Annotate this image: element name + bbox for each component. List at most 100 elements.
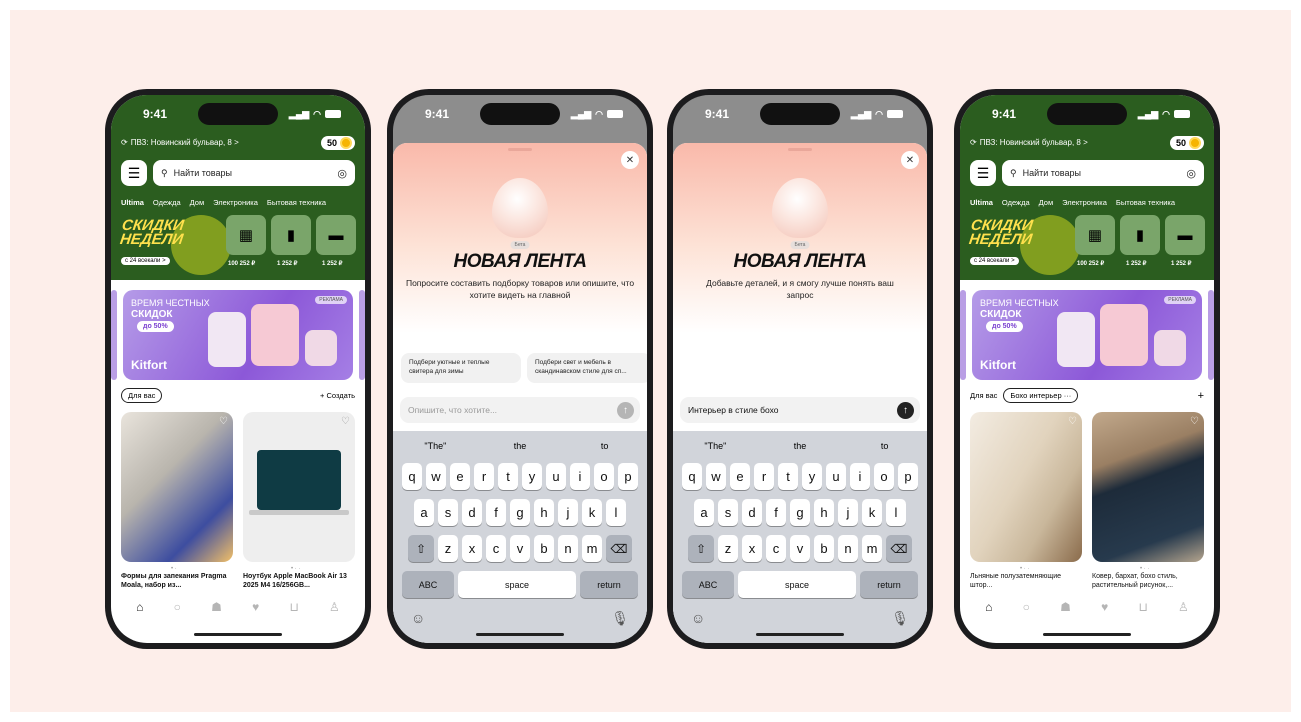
- key[interactable]: t: [498, 463, 518, 490]
- favorite-heart-icon[interactable]: ♡: [341, 416, 350, 427]
- key[interactable]: b: [814, 535, 834, 562]
- key[interactable]: j: [558, 499, 578, 526]
- send-arrow-icon[interactable]: ↑: [617, 401, 634, 419]
- key[interactable]: h: [534, 499, 554, 526]
- key[interactable]: e: [730, 463, 750, 490]
- weekly-sale-title[interactable]: СКИДКИ НЕДЕЛИ: [119, 217, 186, 248]
- sheet-grabber[interactable]: [788, 148, 812, 151]
- key[interactable]: k: [582, 499, 602, 526]
- close-button[interactable]: ✕: [901, 151, 919, 169]
- key[interactable]: y: [522, 463, 542, 490]
- space-key[interactable]: space: [458, 571, 576, 598]
- key[interactable]: x: [742, 535, 762, 562]
- product-title-2[interactable]: Ноутбук Apple MacBook Air 13 2025 M4 16/…: [243, 573, 355, 590]
- key[interactable]: s: [438, 499, 458, 526]
- key[interactable]: y: [802, 463, 822, 490]
- return-key[interactable]: return: [580, 571, 638, 598]
- key[interactable]: r: [754, 463, 774, 490]
- key[interactable]: n: [558, 535, 578, 562]
- category-home[interactable]: Дом: [190, 198, 205, 207]
- product-title-1[interactable]: Льняные полузатемняющие штор...: [970, 573, 1082, 590]
- coins-balance[interactable]: 50: [1169, 136, 1204, 150]
- sheet-grabber[interactable]: [508, 148, 532, 151]
- key[interactable]: z: [438, 535, 458, 562]
- emoji-icon[interactable]: ☺: [691, 610, 705, 627]
- key[interactable]: l: [886, 499, 906, 526]
- product-card-2[interactable]: ♡: [243, 412, 355, 562]
- suggestion-chip-2[interactable]: Подбери свет и мебель в скандинавском ст…: [527, 353, 647, 383]
- key[interactable]: u: [546, 463, 566, 490]
- shift-icon[interactable]: ⇧: [408, 535, 434, 562]
- shift-icon[interactable]: ⇧: [688, 535, 714, 562]
- category-electronics[interactable]: Электроника: [1062, 198, 1107, 207]
- key[interactable]: h: [814, 499, 834, 526]
- key[interactable]: o: [874, 463, 894, 490]
- camera-search-icon[interactable]: ◎: [1186, 167, 1196, 180]
- custom-tab-more-icon[interactable]: ···: [1064, 391, 1072, 400]
- key[interactable]: m: [582, 535, 602, 562]
- assistant-icon[interactable]: ○: [1023, 600, 1030, 614]
- deal-card-1[interactable]: ▦: [1075, 215, 1115, 255]
- key[interactable]: j: [838, 499, 858, 526]
- key[interactable]: b: [534, 535, 554, 562]
- deal-card-3[interactable]: ▬: [1165, 215, 1205, 255]
- key[interactable]: z: [718, 535, 738, 562]
- key[interactable]: d: [462, 499, 482, 526]
- close-button[interactable]: ✕: [621, 151, 639, 169]
- banner-next-edge[interactable]: [1208, 290, 1214, 380]
- search-input[interactable]: ⚲ Найти товары ◎: [153, 160, 355, 186]
- key[interactable]: n: [838, 535, 858, 562]
- key[interactable]: t: [778, 463, 798, 490]
- category-appliances[interactable]: Бытовая техника: [1116, 198, 1175, 207]
- favorites-icon[interactable]: ♥: [252, 600, 259, 614]
- feed-tab-boho-interior[interactable]: Бохо интерьер ···: [1003, 388, 1079, 403]
- prediction-1[interactable]: "The": [673, 441, 758, 451]
- key[interactable]: c: [766, 535, 786, 562]
- prediction-2[interactable]: the: [758, 441, 843, 451]
- deals-icon[interactable]: ☗: [211, 600, 222, 614]
- key[interactable]: k: [862, 499, 882, 526]
- key[interactable]: g: [790, 499, 810, 526]
- assistant-icon[interactable]: ○: [174, 600, 181, 614]
- favorite-heart-icon[interactable]: ♡: [1068, 416, 1077, 427]
- menu-button[interactable]: ☰: [121, 160, 147, 186]
- key[interactable]: a: [694, 499, 714, 526]
- prediction-1[interactable]: "The": [393, 441, 478, 451]
- key[interactable]: f: [766, 499, 786, 526]
- key[interactable]: m: [862, 535, 882, 562]
- category-electronics[interactable]: Электроника: [213, 198, 258, 207]
- deal-card-2[interactable]: ▮: [271, 215, 311, 255]
- deal-card-1[interactable]: ▦: [226, 215, 266, 255]
- key[interactable]: r: [474, 463, 494, 490]
- key[interactable]: i: [570, 463, 590, 490]
- menu-button[interactable]: ☰: [970, 160, 996, 186]
- prediction-2[interactable]: the: [478, 441, 563, 451]
- product-title-1[interactable]: Формы для запекания Pragma Moala, набор …: [121, 573, 233, 590]
- key[interactable]: e: [450, 463, 470, 490]
- cart-icon[interactable]: ⊔: [289, 600, 298, 614]
- key[interactable]: w: [706, 463, 726, 490]
- key[interactable]: v: [510, 535, 530, 562]
- prompt-input[interactable]: Интерьер в стиле бохо ↑: [680, 397, 920, 423]
- key[interactable]: c: [486, 535, 506, 562]
- pickup-address[interactable]: ⟳ ПВЗ: Новинский бульвар, 8 >: [121, 138, 239, 147]
- prediction-3[interactable]: to: [842, 441, 927, 451]
- pickup-address[interactable]: ⟳ ПВЗ: Новинский бульвар, 8 >: [970, 138, 1088, 147]
- key[interactable]: p: [618, 463, 638, 490]
- backspace-icon[interactable]: ⌫: [886, 535, 912, 562]
- abc-key[interactable]: ABC: [402, 571, 454, 598]
- abc-key[interactable]: ABC: [682, 571, 734, 598]
- key[interactable]: a: [414, 499, 434, 526]
- backspace-icon[interactable]: ⌫: [606, 535, 632, 562]
- banner-prev-edge[interactable]: [960, 290, 966, 380]
- microphone-icon[interactable]: 🎙: [891, 610, 909, 627]
- prediction-3[interactable]: to: [562, 441, 647, 451]
- coins-balance[interactable]: 50: [320, 136, 355, 150]
- search-input[interactable]: ⚲ Найти товары ◎: [1002, 160, 1204, 186]
- category-clothes[interactable]: Одежда: [1002, 198, 1030, 207]
- camera-search-icon[interactable]: ◎: [337, 167, 347, 180]
- key[interactable]: u: [826, 463, 846, 490]
- key[interactable]: i: [850, 463, 870, 490]
- add-feed-button[interactable]: +: [1198, 390, 1204, 402]
- key[interactable]: s: [718, 499, 738, 526]
